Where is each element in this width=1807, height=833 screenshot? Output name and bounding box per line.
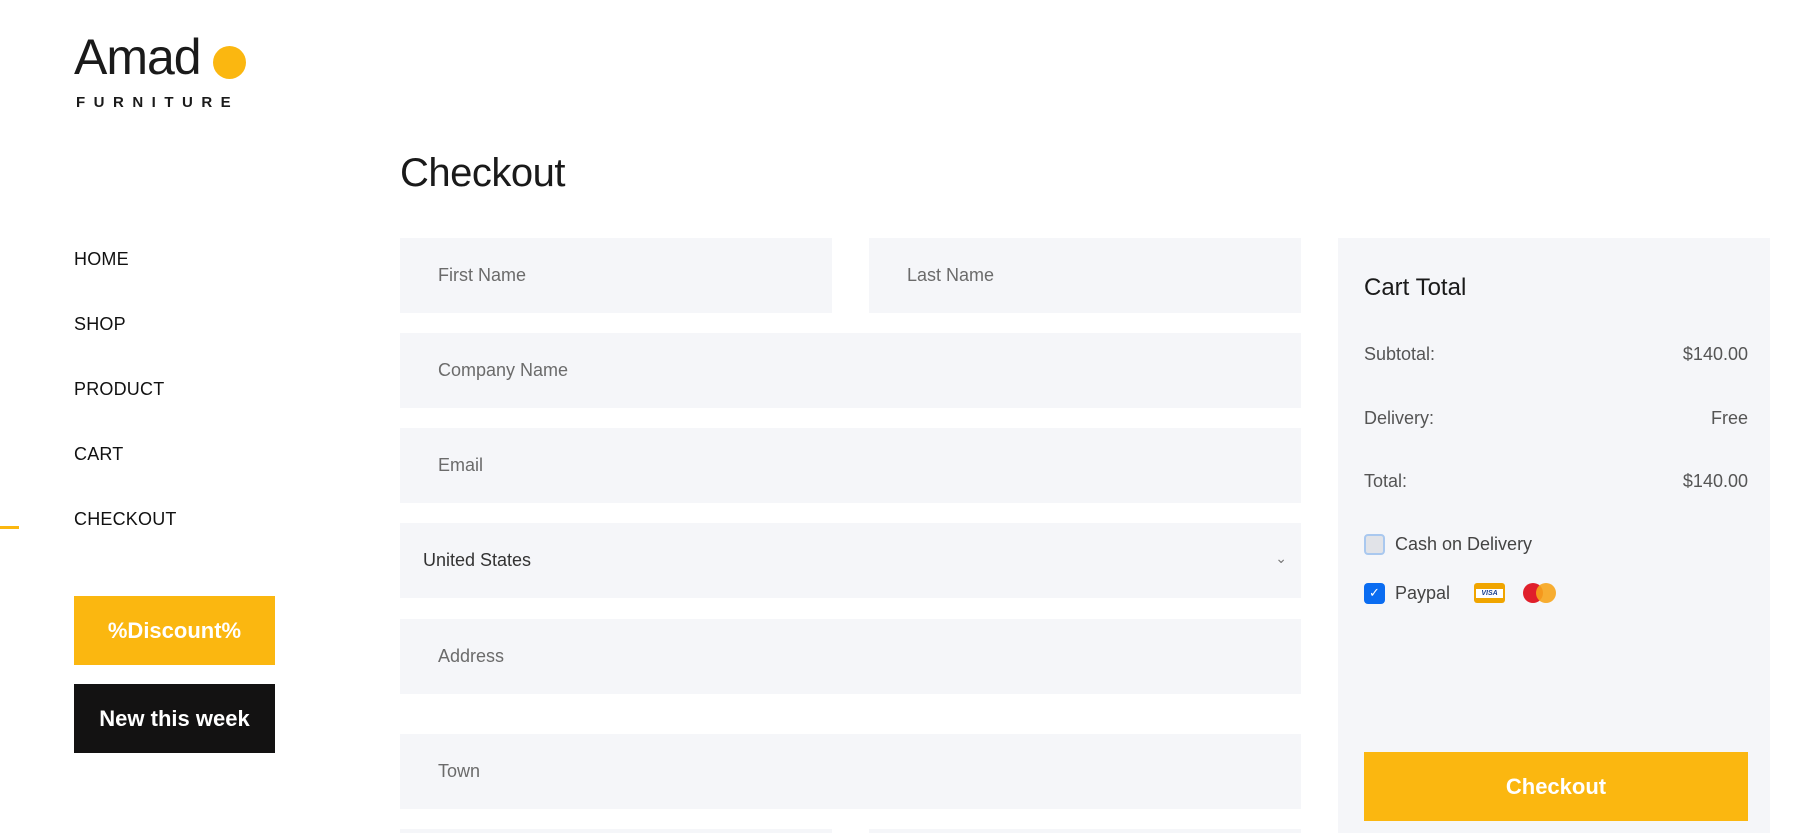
cart-total-panel: Cart Total Subtotal: $140.00 Delivery: F… (1338, 238, 1770, 833)
paypal-option[interactable]: ✓ Paypal VISA (1364, 582, 1557, 604)
nav-item-product[interactable]: PRODUCT (74, 378, 177, 443)
address-field[interactable] (400, 619, 1301, 694)
nav-item-shop[interactable]: SHOP (74, 313, 177, 378)
logo-dot-icon (213, 46, 246, 79)
subtotal-value: $140.00 (1682, 344, 1748, 364)
country-select-value: United States (423, 550, 532, 570)
phone-field[interactable] (869, 829, 1301, 833)
logo-subtitle: FURNITURE (76, 94, 240, 111)
cash-on-delivery-checkbox[interactable] (1364, 534, 1385, 555)
logo[interactable]: Amad FURNITURE (74, 32, 254, 114)
visa-icon: VISA (1474, 583, 1506, 603)
discount-button[interactable]: %Discount% (74, 596, 275, 665)
subtotal-label: Subtotal: (1364, 344, 1436, 364)
last-name-field[interactable] (869, 238, 1301, 313)
total-row: Total: $140.00 (1364, 471, 1748, 492)
delivery-label: Delivery: (1364, 408, 1435, 428)
total-label: Total: (1364, 471, 1408, 491)
nav-item-home[interactable]: HOME (74, 248, 177, 313)
cart-total-title: Cart Total (1364, 274, 1467, 301)
new-this-week-button[interactable]: New this week (74, 684, 275, 753)
town-field[interactable] (400, 734, 1301, 809)
cash-on-delivery-label: Cash on Delivery (1395, 534, 1533, 554)
company-name-field[interactable] (400, 333, 1301, 408)
delivery-row: Delivery: Free (1364, 408, 1748, 429)
zip-code-field[interactable] (400, 829, 832, 833)
nav-item-checkout[interactable]: CHECKOUT (74, 508, 177, 573)
active-nav-marker (0, 526, 19, 529)
checkout-button[interactable]: Checkout (1364, 752, 1748, 821)
main-nav: HOME SHOP PRODUCT CART CHECKOUT (74, 248, 177, 573)
paypal-label: Paypal (1395, 582, 1451, 603)
logo-wordmark: Amad (74, 29, 202, 85)
paypal-checkbox[interactable]: ✓ (1364, 582, 1385, 604)
cash-on-delivery-option[interactable]: Cash on Delivery (1364, 534, 1532, 555)
total-value: $140.00 (1682, 471, 1748, 491)
subtotal-row: Subtotal: $140.00 (1364, 344, 1748, 365)
mastercard-icon (1523, 582, 1557, 604)
chevron-down-icon: ⌄ (1275, 550, 1287, 566)
email-field[interactable] (400, 428, 1301, 503)
country-select[interactable]: United States ⌄ (400, 523, 1301, 598)
nav-item-cart[interactable]: CART (74, 443, 177, 508)
first-name-field[interactable] (400, 238, 832, 313)
page-title: Checkout (400, 151, 565, 195)
delivery-value: Free (1710, 408, 1748, 428)
